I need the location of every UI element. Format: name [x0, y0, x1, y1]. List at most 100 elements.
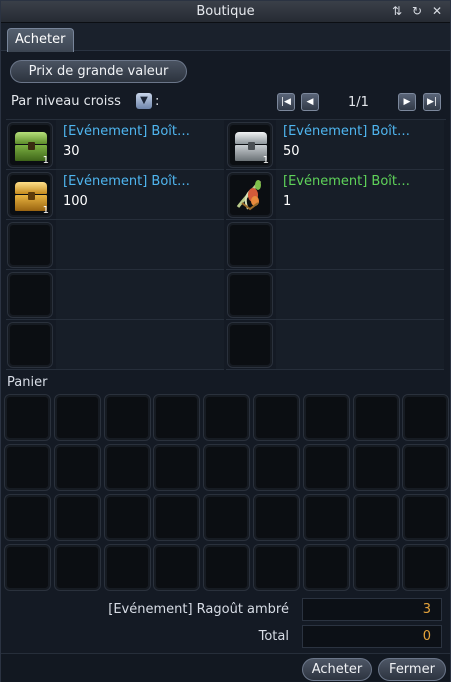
- item-price: 50: [283, 144, 300, 159]
- next-page-button[interactable]: ▶: [398, 93, 416, 111]
- cart-slot[interactable]: [53, 544, 101, 591]
- cart-slot[interactable]: [153, 394, 201, 441]
- shop-item-grid: 1 [Evénement] Boît… 30 1 [Evénement] Boî…: [6, 119, 446, 370]
- cart-title: Panier: [7, 375, 48, 390]
- empty-shop-slot: [226, 270, 444, 320]
- empty-shop-slot: [6, 220, 224, 270]
- cart-slot[interactable]: [302, 444, 350, 491]
- item-price: 30: [63, 144, 80, 159]
- cart-slot[interactable]: [53, 494, 101, 541]
- item-slot[interactable]: [227, 272, 273, 318]
- sort-suffix: :: [155, 94, 160, 109]
- item-price: 1: [283, 194, 292, 209]
- flower-box-icon: [236, 180, 262, 211]
- total-label: Total: [258, 629, 289, 644]
- cart-slot[interactable]: [352, 444, 400, 491]
- cart-slot[interactable]: [103, 544, 151, 591]
- shop-item[interactable]: 1 [Evénement] Boît… 30: [6, 120, 224, 170]
- sort-dropdown-icon[interactable]: ▼: [136, 93, 152, 109]
- cart-slot[interactable]: [53, 394, 101, 441]
- item-price: 100: [63, 194, 88, 209]
- tab-acheter[interactable]: Acheter: [7, 28, 74, 52]
- cart-grid: [4, 394, 450, 594]
- cart-slot[interactable]: [302, 544, 350, 591]
- shop-row: 1 [Evénement] Boît… 30 1 [Evénement] Boî…: [6, 120, 446, 170]
- item-name: [Evénement] Boît…: [283, 174, 410, 189]
- item-slot[interactable]: [7, 272, 53, 318]
- cart-slot[interactable]: [203, 394, 251, 441]
- cart-slot[interactable]: [103, 494, 151, 541]
- cart-slot[interactable]: [4, 544, 51, 591]
- page-indicator: 1/1: [348, 95, 369, 110]
- item-quantity: 1: [42, 155, 49, 166]
- item-slot[interactable]: [227, 222, 273, 268]
- total-value: 0: [302, 625, 442, 648]
- cart-slot[interactable]: [352, 394, 400, 441]
- cart-slot[interactable]: [253, 544, 300, 591]
- shop-row: [6, 270, 446, 320]
- last-page-button[interactable]: ▶|: [423, 93, 441, 111]
- cart-slot[interactable]: [53, 444, 101, 491]
- item-slot[interactable]: 1: [7, 122, 53, 168]
- shop-item[interactable]: [Evénement] Boît… 1: [226, 170, 444, 220]
- item-slot[interactable]: 1: [7, 172, 53, 218]
- cart-slot[interactable]: [302, 394, 350, 441]
- cart-slot[interactable]: [203, 544, 251, 591]
- currency-row: [Evénement] Ragoût ambré 3: [1, 598, 450, 622]
- cart-slot[interactable]: [203, 494, 251, 541]
- empty-shop-slot: [226, 320, 444, 370]
- item-slot[interactable]: [227, 322, 273, 368]
- shop-item[interactable]: 1 [Evénement] Boît… 50: [226, 120, 444, 170]
- close-icon[interactable]: ✕: [430, 4, 444, 19]
- total-row: Total 0: [1, 625, 450, 649]
- shop-row: [6, 220, 446, 270]
- cart-slot[interactable]: [203, 444, 251, 491]
- empty-shop-slot: [6, 320, 224, 370]
- cart-slot[interactable]: [103, 394, 151, 441]
- title-bar[interactable]: Boutique ⇅ ↻ ✕: [1, 1, 450, 23]
- buy-button[interactable]: Acheter: [302, 658, 372, 681]
- first-page-button[interactable]: |◀: [277, 93, 295, 111]
- cart-slot[interactable]: [352, 494, 400, 541]
- refresh-icon[interactable]: ↻: [410, 4, 424, 19]
- cart-slot[interactable]: [103, 444, 151, 491]
- item-name: [Evénement] Boît…: [63, 174, 190, 189]
- cart-slot[interactable]: [253, 394, 300, 441]
- item-name: [Evénement] Boît…: [283, 124, 410, 139]
- item-slot[interactable]: [7, 222, 53, 268]
- empty-shop-slot: [6, 270, 224, 320]
- cart-slot[interactable]: [302, 494, 350, 541]
- cart-slot[interactable]: [402, 394, 450, 441]
- cart-slot[interactable]: [253, 444, 300, 491]
- swap-arrows-icon[interactable]: ⇅: [390, 4, 404, 19]
- shop-row: 1 [Evénement] Boît… 100 [Evénement] Boît…: [6, 170, 446, 220]
- cart-slot[interactable]: [253, 494, 300, 541]
- cart-slot[interactable]: [4, 494, 51, 541]
- prev-page-button[interactable]: ◀: [301, 93, 319, 111]
- shop-row: [6, 320, 446, 370]
- cart-slot[interactable]: [402, 444, 450, 491]
- tab-bar: Acheter: [1, 23, 450, 52]
- item-slot[interactable]: [7, 322, 53, 368]
- cart-slot[interactable]: [153, 444, 201, 491]
- cart-slot[interactable]: [153, 494, 201, 541]
- cart-slot[interactable]: [4, 394, 51, 441]
- item-slot[interactable]: [227, 172, 273, 218]
- window-title: Boutique: [196, 4, 255, 19]
- footer: Acheter Fermer: [1, 653, 450, 682]
- currency-value: 3: [302, 598, 442, 621]
- cart-slot[interactable]: [4, 444, 51, 491]
- shop-item[interactable]: 1 [Evénement] Boît… 100: [6, 170, 224, 220]
- title-bar-icons: ⇅ ↻ ✕: [390, 4, 444, 19]
- item-slot[interactable]: 1: [227, 122, 273, 168]
- high-value-price-button[interactable]: Prix de grande valeur: [10, 60, 187, 83]
- cart-slot[interactable]: [402, 494, 450, 541]
- item-name: [Evénement] Boît…: [63, 124, 190, 139]
- close-button[interactable]: Fermer: [378, 658, 446, 681]
- item-quantity: 1: [262, 155, 269, 166]
- cart-slot[interactable]: [352, 544, 400, 591]
- empty-shop-slot: [226, 220, 444, 270]
- cart-slot[interactable]: [153, 544, 201, 591]
- currency-label: [Evénement] Ragoût ambré: [108, 602, 289, 617]
- cart-slot[interactable]: [402, 544, 450, 591]
